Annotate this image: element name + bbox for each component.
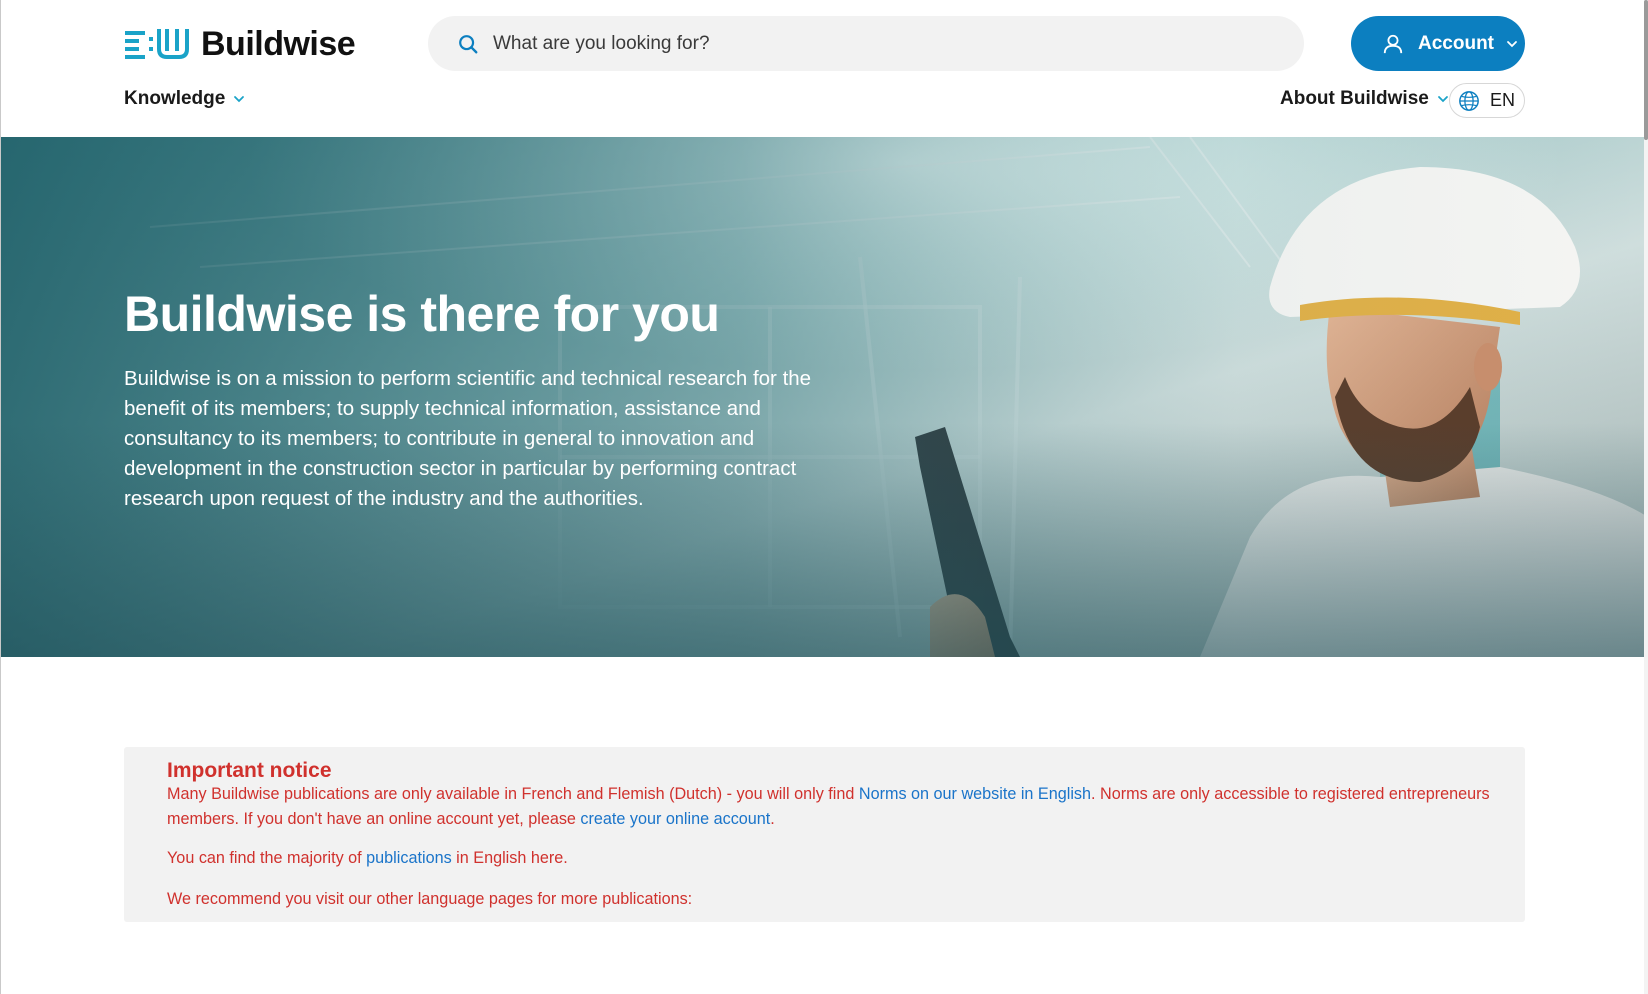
account-button[interactable]: Account	[1351, 16, 1525, 71]
notice-paragraph-3: We recommend you visit our other languag…	[167, 890, 693, 908]
notice-text: You can find the majority of	[167, 849, 367, 867]
create-account-link[interactable]: create your online account	[580, 810, 770, 828]
scrollbar-track[interactable]	[1644, 0, 1648, 994]
norms-english-link[interactable]: Norms on our website in English	[859, 785, 1091, 803]
buildwise-logo-icon	[125, 29, 189, 59]
nav-about-buildwise[interactable]: About Buildwise	[1280, 88, 1449, 110]
search-input[interactable]	[493, 23, 1304, 64]
user-icon	[1383, 34, 1403, 53]
chevron-down-icon	[234, 96, 245, 103]
buildwise-logo[interactable]: Buildwise	[125, 25, 356, 63]
important-notice: Important notice Many Buildwise publicat…	[124, 747, 1525, 922]
search-icon	[459, 34, 478, 53]
notice-text: .	[770, 810, 775, 828]
notice-title: Important notice	[167, 759, 332, 782]
notice-paragraph-1: Many Buildwise publications are only ava…	[167, 782, 1507, 832]
scrollbar-thumb[interactable]	[1644, 0, 1648, 140]
language-code: EN	[1490, 90, 1516, 110]
notice-paragraph-2: You can find the majority of publication…	[167, 846, 1507, 871]
hero-title: Buildwise is there for you	[124, 286, 720, 342]
page: Buildwise Account Knowledge	[0, 0, 1648, 994]
account-label: Account	[1418, 32, 1494, 54]
search-bar[interactable]	[428, 16, 1304, 71]
globe-icon	[1459, 90, 1479, 111]
site-header: Buildwise Account Knowledge	[0, 0, 1648, 137]
notice-text: in English here.	[451, 849, 568, 867]
publications-link[interactable]: publications	[366, 849, 452, 867]
nav-knowledge[interactable]: Knowledge	[124, 88, 245, 110]
logo-wordmark: Buildwise	[201, 25, 356, 63]
hero-description: Buildwise is on a mission to perform sci…	[124, 367, 812, 510]
notice-text: Many Buildwise publications are only ava…	[167, 785, 859, 803]
chevron-down-icon	[1507, 40, 1517, 47]
nav-about-label: About Buildwise	[1280, 88, 1429, 109]
chevron-down-icon	[1437, 96, 1448, 103]
language-selector[interactable]: EN	[1449, 83, 1525, 118]
window-edge	[0, 0, 1, 994]
hero-banner: Buildwise is there for you Buildwise is …	[0, 137, 1648, 657]
nav-knowledge-label: Knowledge	[124, 88, 226, 109]
